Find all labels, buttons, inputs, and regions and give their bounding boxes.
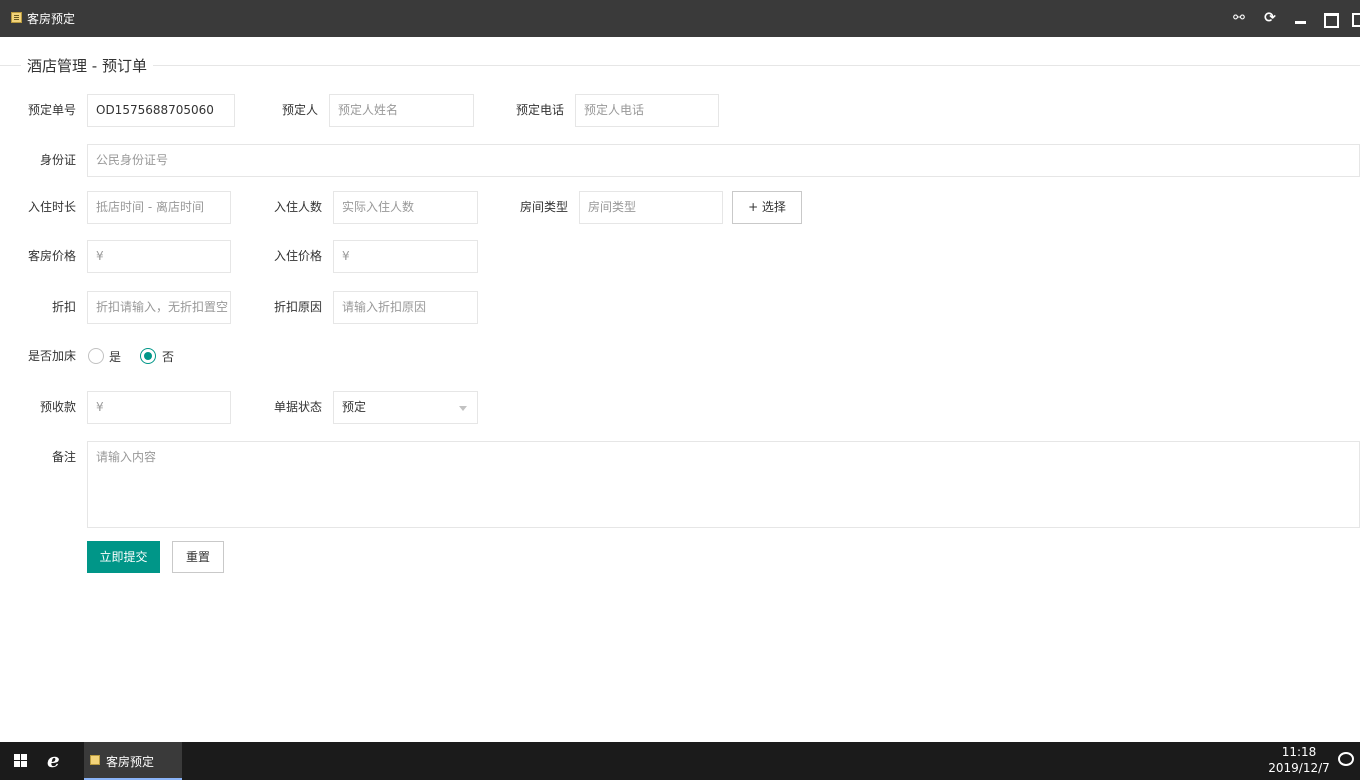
status-select-value: 预定 — [342, 400, 367, 414]
submit-button[interactable]: 立即提交 — [87, 541, 160, 573]
room-price-input[interactable]: ¥ — [87, 240, 231, 273]
id-card-input[interactable]: 公民身份证号 — [87, 144, 1360, 177]
notification-icon[interactable] — [1338, 752, 1354, 766]
id-card-label: 身份证 — [39, 153, 76, 167]
extra-bed-no-label[interactable]: 否 — [162, 349, 174, 365]
maximize-icon[interactable] — [1320, 8, 1340, 28]
close-icon[interactable] — [1348, 8, 1360, 28]
minimize-icon[interactable] — [1291, 8, 1311, 28]
extra-bed-yes-label[interactable]: 是 — [109, 349, 121, 365]
booker-label: 预定人 — [281, 103, 318, 117]
room-type-input[interactable]: 房间类型 — [579, 191, 723, 224]
status-label: 单据状态 — [273, 400, 322, 414]
order-no-label: 预定单号 — [27, 103, 76, 117]
refresh-icon[interactable]: ⟳ — [1260, 8, 1280, 28]
remark-textarea[interactable]: 请输入内容 — [87, 441, 1360, 528]
internet-explorer-icon[interactable]: e — [47, 748, 60, 772]
taskbar-app-label: 客房预定 — [106, 755, 155, 769]
section-divider — [0, 65, 1360, 66]
discount-label: 折扣 — [51, 300, 76, 314]
app-notepad-icon — [11, 12, 22, 23]
deposit-input[interactable]: ¥ — [87, 391, 231, 424]
extra-bed-label: 是否加床 — [27, 349, 76, 363]
link-icon[interactable]: ⚯ — [1229, 8, 1249, 28]
guest-count-input[interactable]: 实际入住人数 — [333, 191, 478, 224]
guest-count-label: 入住人数 — [273, 200, 322, 214]
discount-reason-label: 折扣原因 — [273, 300, 322, 314]
status-select[interactable]: 预定 — [333, 391, 478, 424]
phone-label: 预定电话 — [515, 103, 564, 117]
window-title: 客房预定 — [27, 12, 76, 26]
discount-input[interactable]: 折扣请输入，无折扣置空 — [87, 291, 231, 324]
room-type-label: 房间类型 — [519, 200, 568, 214]
taskbar-clock[interactable]: 11:18 2019/12/7 — [1268, 744, 1330, 776]
stay-period-label: 入住时长 — [27, 200, 76, 214]
discount-reason-input[interactable]: 请输入折扣原因 — [333, 291, 478, 324]
phone-input[interactable]: 预定人电话 — [575, 94, 719, 127]
taskbar-app-button[interactable]: 客房预定 — [84, 742, 182, 780]
app-notepad-icon — [90, 755, 100, 765]
checkin-price-label: 入住价格 — [273, 249, 322, 263]
extra-bed-no-radio[interactable] — [140, 348, 156, 364]
taskbar: e 客房预定 11:18 2019/12/7 — [0, 742, 1360, 780]
checkin-price-input[interactable]: ¥ — [333, 240, 478, 273]
reset-button[interactable]: 重置 — [172, 541, 224, 573]
clock-time: 11:18 — [1281, 745, 1317, 759]
booker-input[interactable]: 预定人姓名 — [329, 94, 474, 127]
select-room-type-button[interactable]: + 选择 — [732, 191, 802, 224]
window-titlebar: 客房预定 ⚯ ⟳ — [0, 0, 1360, 37]
clock-date: 2019/12/7 — [1268, 761, 1330, 775]
section-legend: 酒店管理 - 预订单 — [21, 55, 153, 76]
chevron-down-icon — [459, 406, 467, 411]
order-no-input[interactable]: OD1575688705060 — [87, 94, 235, 127]
windows-start-icon[interactable] — [14, 754, 28, 768]
deposit-label: 预收款 — [39, 400, 76, 414]
room-price-label: 客房价格 — [27, 249, 76, 263]
remark-label: 备注 — [51, 450, 76, 464]
stay-period-input[interactable]: 抵店时间 - 离店时间 — [87, 191, 231, 224]
extra-bed-yes-radio[interactable] — [88, 348, 104, 364]
